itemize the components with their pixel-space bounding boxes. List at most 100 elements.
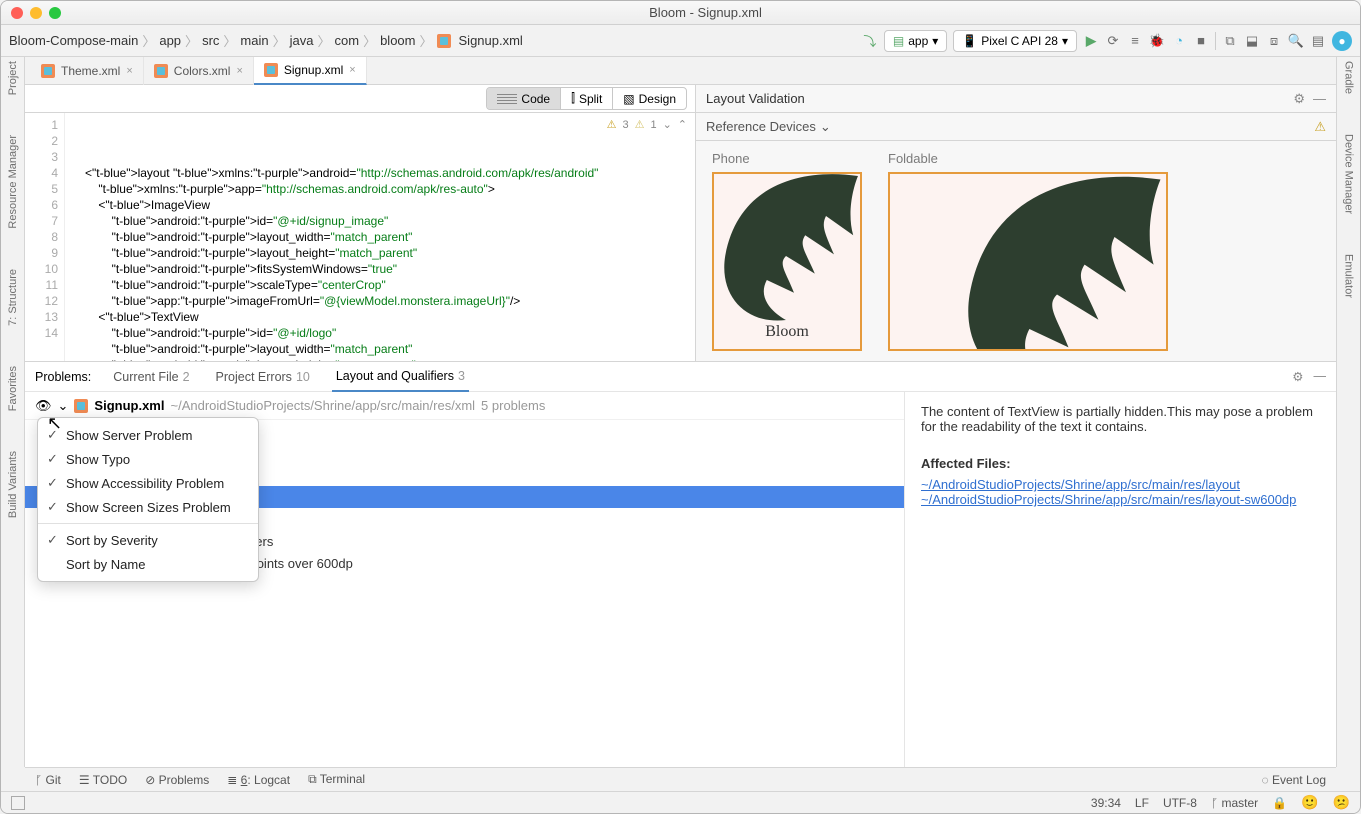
problems-file-row[interactable]: 👁 ⌄ Signup.xml ~/AndroidStudioProjects/S… xyxy=(25,392,904,420)
editor-tab[interactable]: Theme.xml × xyxy=(31,57,144,85)
zoom-icon[interactable] xyxy=(49,7,61,19)
tool-window-todo[interactable]: ☰ TODO xyxy=(79,773,127,787)
profile-icon[interactable]: ◔ xyxy=(1171,33,1187,49)
breadcrumb-segment[interactable]: java xyxy=(290,33,314,48)
device-preview[interactable]: Foldable xyxy=(888,151,1168,351)
breadcrumb-segment[interactable]: bloom xyxy=(380,33,415,48)
chevron-down-icon[interactable]: ⌄ xyxy=(58,398,69,414)
problems-tab[interactable]: Layout and Qualifiers 3 xyxy=(332,362,469,392)
stop-icon[interactable]: ■ xyxy=(1193,33,1209,49)
close-icon[interactable]: × xyxy=(126,65,132,77)
device-preview[interactable]: Phone Bloom xyxy=(712,151,862,351)
affected-file-link[interactable]: ~/AndroidStudioProjects/Shrine/app/src/m… xyxy=(921,492,1296,507)
close-icon[interactable]: × xyxy=(349,64,355,76)
sidebar-item-favorites[interactable]: Favorites xyxy=(7,366,19,411)
problems-tab[interactable]: Current File 2 xyxy=(109,362,193,392)
run-config-selector[interactable]: ▤app▾ xyxy=(884,30,947,52)
menu-item-show-screen-sizes-problem[interactable]: Show Screen Sizes Problem xyxy=(38,495,258,519)
warning-icon[interactable]: ⚠ xyxy=(1314,119,1326,135)
breadcrumb-segment[interactable]: app xyxy=(159,33,181,48)
problem-count: 5 problems xyxy=(481,398,545,413)
preview-header: Layout Validation xyxy=(706,91,805,106)
file-path: ~/AndroidStudioProjects/Shrine/app/src/m… xyxy=(170,398,475,413)
breadcrumb-segment[interactable]: src xyxy=(202,33,219,48)
ide-status-ok-icon[interactable]: 🙂 xyxy=(1301,794,1318,811)
run-module-label: app xyxy=(908,34,928,48)
tool-window-6-logcat[interactable]: ≣ 6: Logcat xyxy=(227,773,290,787)
encoding[interactable]: UTF-8 xyxy=(1163,796,1197,810)
apply-code-icon[interactable]: ≡ xyxy=(1127,33,1143,49)
debug-icon[interactable]: 🐞 xyxy=(1149,33,1165,49)
editor-tabs: Theme.xml×Colors.xml×Signup.xml× xyxy=(25,57,1336,85)
line-sep[interactable]: LF xyxy=(1135,796,1149,810)
minimize-icon[interactable] xyxy=(30,7,42,19)
event-log-button[interactable]: ◌ Event Log xyxy=(1261,773,1326,787)
menu-item-show-server-problem[interactable]: Show Server Problem xyxy=(38,423,258,447)
menu-item-sort-by-severity[interactable]: Sort by Severity xyxy=(38,528,258,552)
sidebar-item-project[interactable]: Project xyxy=(7,61,19,95)
sidebar-item-7-structure[interactable]: 7: Structure xyxy=(7,269,19,326)
apply-changes-icon[interactable]: ⟳ xyxy=(1105,33,1121,49)
file-icon xyxy=(154,64,168,78)
view-split-button[interactable]: ⫿Split xyxy=(561,88,613,109)
avd-manager-icon[interactable]: ⧉ xyxy=(1222,33,1238,49)
git-branch[interactable]: ᚵ master xyxy=(1211,796,1258,810)
mouse-cursor: ↖ xyxy=(47,413,62,434)
chevron-down-icon[interactable]: ⌄ xyxy=(820,119,831,135)
breadcrumb-segment[interactable]: main xyxy=(240,33,268,48)
sidebar-item-build-variants[interactable]: Build Variants xyxy=(7,451,19,518)
breadcrumb-segment[interactable]: Signup.xml xyxy=(459,33,523,48)
eye-icon[interactable]: 👁 xyxy=(35,398,52,414)
account-avatar[interactable]: ● xyxy=(1332,31,1352,51)
gear-icon[interactable]: ⚙ xyxy=(1293,91,1305,107)
menu-item-sort-by-name[interactable]: Sort by Name xyxy=(38,552,258,576)
sidebar-item-device-manager[interactable]: Device Manager xyxy=(1343,134,1355,214)
device-selector[interactable]: 📱Pixel C API 28▾ xyxy=(953,30,1077,52)
tool-window-git[interactable]: ᚵ Git xyxy=(35,773,61,787)
problems-tab[interactable]: Project Errors 10 xyxy=(212,362,314,392)
view-code-button[interactable]: Code xyxy=(487,88,561,109)
problems-title: Problems: xyxy=(35,370,91,384)
tab-label: Theme.xml xyxy=(61,64,120,78)
file-icon xyxy=(74,399,88,413)
ide-status-warn-icon[interactable]: 😕 xyxy=(1333,794,1350,811)
file-icon xyxy=(264,63,278,77)
window-controls[interactable] xyxy=(11,7,61,19)
sidebar-item-resource-manager[interactable]: Resource Manager xyxy=(7,135,19,229)
run-icon[interactable]: ▶ xyxy=(1083,33,1099,49)
device-label: Foldable xyxy=(888,151,1168,166)
code-content[interactable]: ⚠3 ⚠1 ⌄⌃ <"t-blue">layout "t-blue">xmlns… xyxy=(65,113,695,361)
tool-window-toggle-icon[interactable] xyxy=(11,796,25,810)
menu-item-show-typo[interactable]: Show Typo xyxy=(38,447,258,471)
breadcrumb[interactable]: Bloom-Compose-main〉app〉src〉main〉java〉com… xyxy=(9,31,523,50)
affected-file-link[interactable]: ~/AndroidStudioProjects/Shrine/app/src/m… xyxy=(921,477,1240,492)
sdk-manager-icon[interactable]: ⬓ xyxy=(1244,33,1260,49)
filter-context-menu[interactable]: Show Server ProblemShow TypoShow Accessi… xyxy=(37,417,259,582)
menu-item-show-accessibility-problem[interactable]: Show Accessibility Problem xyxy=(38,471,258,495)
editor-tab[interactable]: Signup.xml× xyxy=(254,57,367,85)
editor-tab[interactable]: Colors.xml× xyxy=(144,57,254,85)
tool-window-problems[interactable]: ⊘ Problems xyxy=(145,773,209,787)
sidebar-item-emulator[interactable]: Emulator xyxy=(1343,254,1355,298)
view-design-button[interactable]: ▧Design xyxy=(613,88,686,109)
close-icon[interactable]: × xyxy=(236,65,242,77)
minimize-pane-icon[interactable]: — xyxy=(1313,91,1326,107)
search-icon[interactable]: 🔍 xyxy=(1288,33,1304,49)
caret-position[interactable]: 39:34 xyxy=(1091,796,1121,810)
preview-sub[interactable]: Reference Devices xyxy=(706,119,816,134)
build-hammer-icon[interactable]: ⤵ xyxy=(862,33,878,49)
view-mode-switcher[interactable]: Code ⫿Split ▧Design xyxy=(486,87,687,110)
tool-window-terminal[interactable]: ⧉ Terminal xyxy=(308,772,365,787)
lock-icon[interactable]: 🔒 xyxy=(1272,796,1287,810)
breadcrumb-segment[interactable]: com xyxy=(335,33,360,48)
inspection-widget[interactable]: ⚠3 ⚠1 ⌄⌃ xyxy=(607,117,687,133)
settings-icon[interactable]: ▤ xyxy=(1310,33,1326,49)
sidebar-item-gradle[interactable]: Gradle xyxy=(1343,61,1355,94)
close-icon[interactable] xyxy=(11,7,23,19)
layout-inspector-icon[interactable]: ⧈ xyxy=(1266,33,1282,49)
run-device-label: Pixel C API 28 xyxy=(981,34,1058,48)
file-name: Signup.xml xyxy=(94,398,164,413)
breadcrumb-segment[interactable]: Bloom-Compose-main xyxy=(9,33,138,48)
gear-icon[interactable]: ⚙ xyxy=(1292,369,1303,384)
hide-panel-icon[interactable]: — xyxy=(1314,369,1327,384)
